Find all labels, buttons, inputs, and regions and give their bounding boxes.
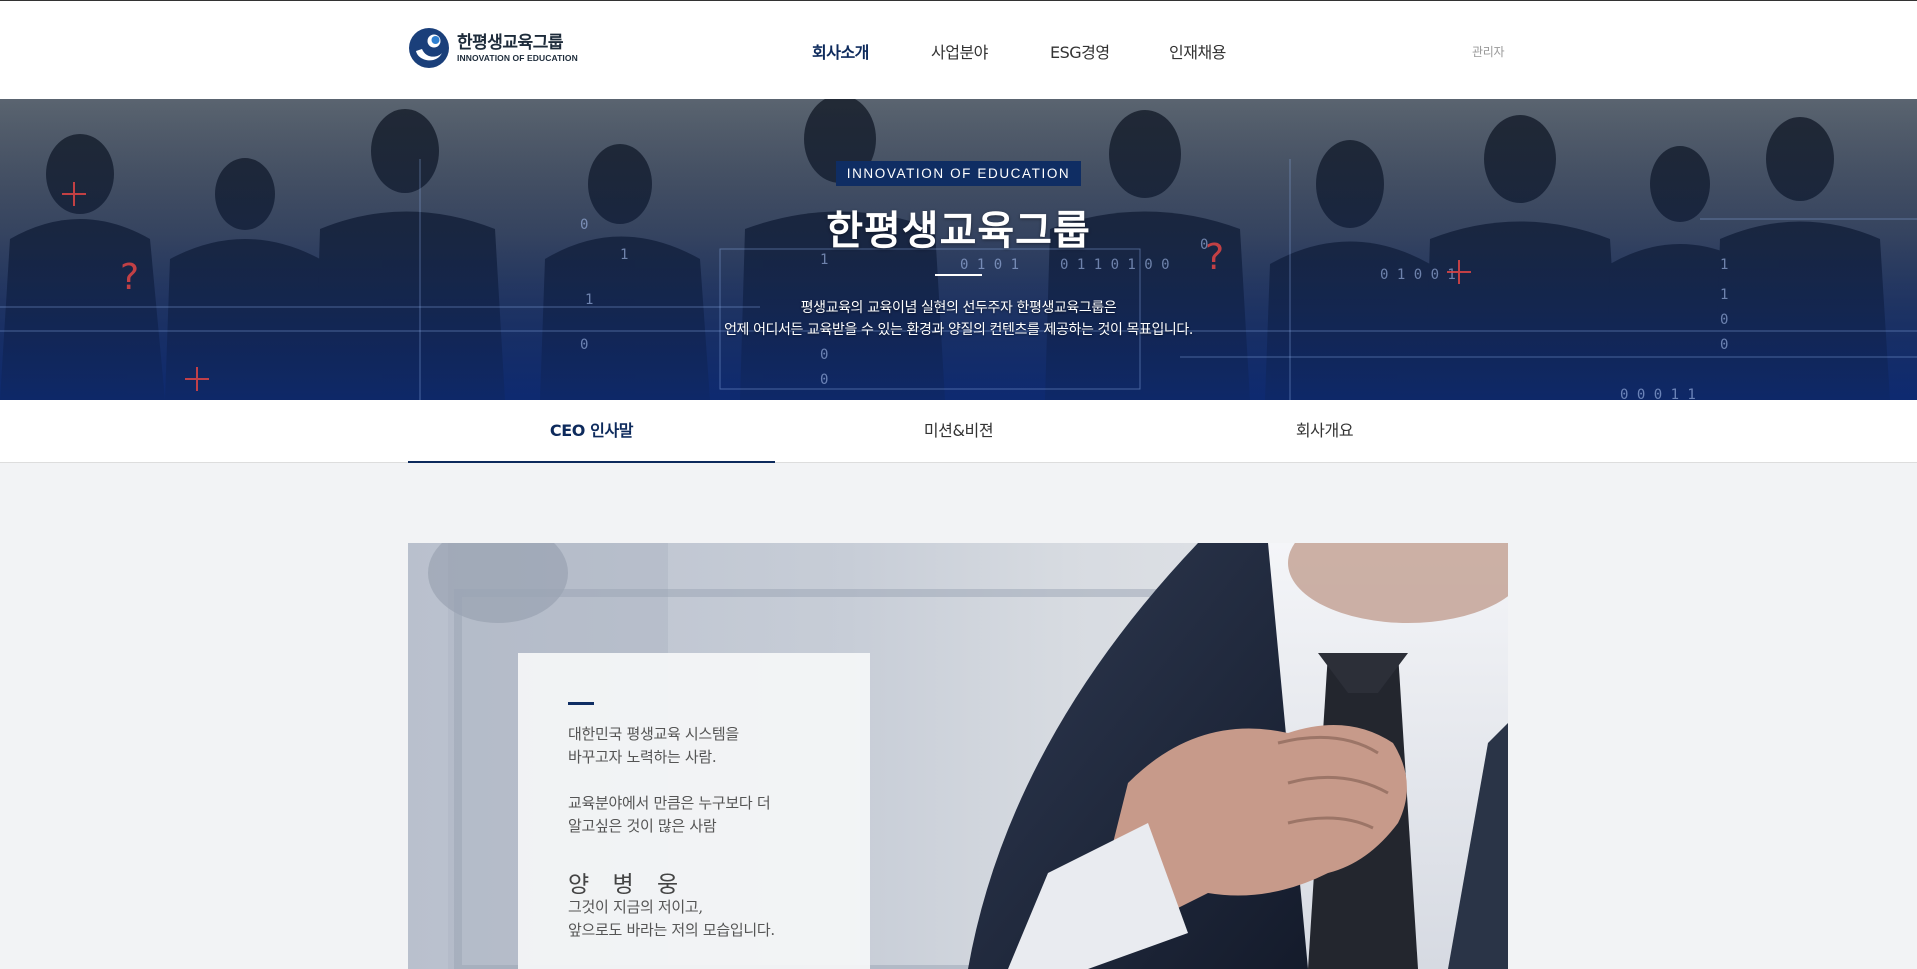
ceo-message-line: 그것이 지금의 저이고, (568, 898, 703, 916)
site-logo[interactable]: 한평생교육그룹 INNOVATION OF EDUCATION (408, 25, 578, 71)
tab-ceo-greeting[interactable]: CEO 인사말 (408, 400, 775, 463)
logo-text: 한평생교육그룹 INNOVATION OF EDUCATION (457, 33, 578, 64)
hero-badge: INNOVATION OF EDUCATION (836, 161, 1081, 186)
nav-item-company[interactable]: 회사소개 (812, 39, 931, 63)
svg-text:0 1 0 1: 0 1 0 1 (960, 257, 1019, 273)
svg-text:0: 0 (820, 347, 828, 363)
nav-item-business[interactable]: 사업분야 (931, 39, 1050, 63)
svg-text:0 1 0 0 1: 0 1 0 0 1 (1380, 267, 1456, 283)
sub-tab-bar: CEO 인사말 미션&비젼 회사개요 (0, 400, 1917, 463)
card-accent-bar (568, 702, 594, 705)
ceo-name: 양 병 웅 (568, 872, 687, 898)
logo-emblem-icon (409, 28, 449, 68)
nav-item-esg[interactable]: ESG경영 (1050, 39, 1169, 63)
hero-banner: 011 010 1 0 1 0 1 1 0 1 0 00 0 1 0 0 111… (0, 99, 1917, 400)
svg-text:?: ? (120, 257, 139, 298)
tab-company-overview[interactable]: 회사개요 (1141, 400, 1508, 463)
hero-title: 한평생교육그룹 (826, 208, 1091, 254)
svg-text:1: 1 (1720, 257, 1728, 273)
site-header: 한평생교육그룹 INNOVATION OF EDUCATION 회사소개 사업분… (0, 0, 1917, 99)
ceo-message-line: 대한민국 평생교육 시스템을 (568, 725, 739, 743)
hero-description-line-1: 평생교육의 교육이념 실현의 선두주자 한평생교육그룹은 (800, 300, 1117, 316)
ceo-greeting-section: 대한민국 평생교육 시스템을 바꾸고자 노력하는 사람. 교육분야에서 만큼은 … (408, 543, 1508, 969)
nav-item-recruit[interactable]: 인재채용 (1169, 39, 1288, 63)
svg-text:0: 0 (820, 372, 828, 388)
hero-divider (935, 274, 982, 276)
svg-text:0 1 1 0 1 0 0: 0 1 1 0 1 0 0 (1060, 257, 1170, 273)
ceo-message-line: 바꾸고자 노력하는 사람. (568, 748, 717, 766)
ceo-message-paragraph-3: 그것이 지금의 저이고, 앞으로도 바라는 저의 모습입니다. (568, 896, 775, 942)
main-nav: 회사소개 사업분야 ESG경영 인재채용 (812, 39, 1288, 63)
admin-link[interactable]: 관리자 (1472, 43, 1505, 60)
svg-text:0 0 0 1 1: 0 0 0 1 1 (1620, 387, 1696, 400)
logo-name: 한평생교육그룹 (457, 32, 563, 53)
ceo-message-paragraph-2: 교육분야에서 만큼은 누구보다 더 알고싶은 것이 많은 사람 (568, 792, 771, 838)
hero-description-line-2: 언제 어디서든 교육받을 수 있는 환경과 양질의 컨텐츠를 제공하는 것이 목… (724, 322, 1193, 338)
logo-tagline: INNOVATION OF EDUCATION (457, 52, 578, 63)
tab-mission-vision[interactable]: 미션&비젼 (775, 400, 1142, 463)
ceo-message-card: 대한민국 평생교육 시스템을 바꾸고자 노력하는 사람. 교육분야에서 만큼은 … (518, 653, 870, 969)
ceo-message-line: 교육분야에서 만큼은 누구보다 더 (568, 794, 771, 812)
ceo-message-line: 알고싶은 것이 많은 사람 (568, 817, 717, 835)
ceo-message-line: 앞으로도 바라는 저의 모습입니다. (568, 921, 775, 939)
hero-description: 평생교육의 교육이념 실현의 선두주자 한평생교육그룹은 언제 어디서든 교육받… (0, 297, 1917, 341)
ceo-message-paragraph-1: 대한민국 평생교육 시스템을 바꾸고자 노력하는 사람. (568, 723, 739, 769)
